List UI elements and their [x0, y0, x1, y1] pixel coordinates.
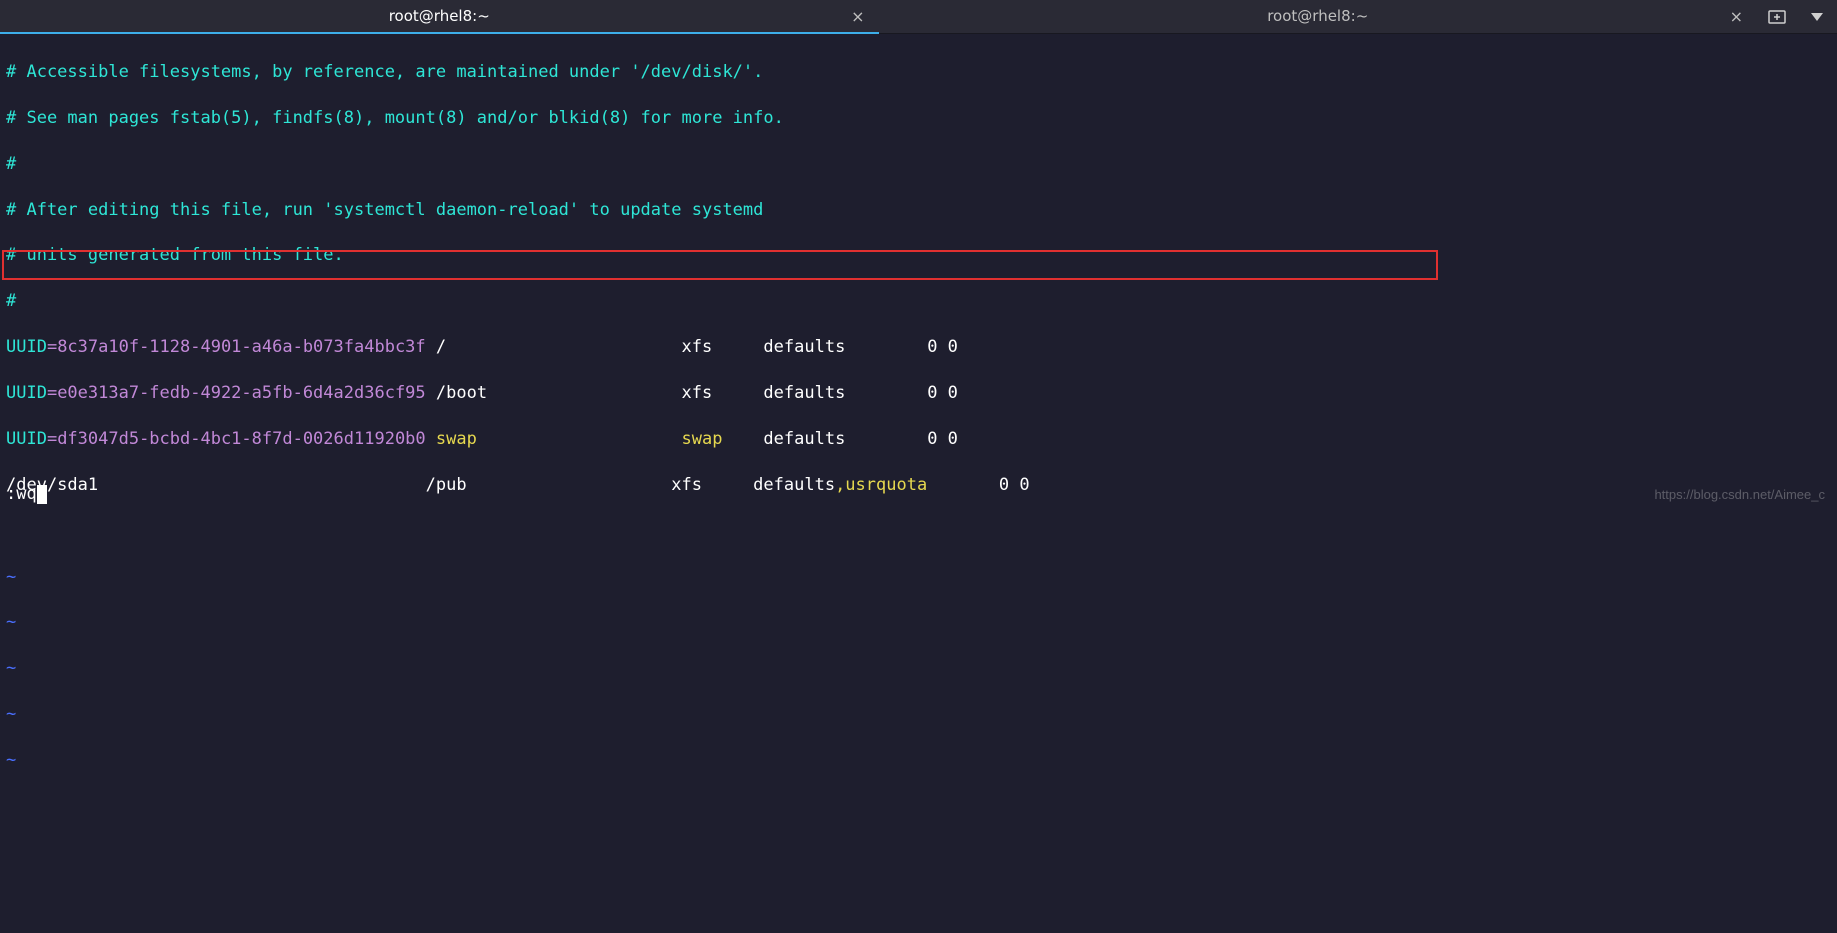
mount-point: swap — [426, 429, 682, 449]
tab-menu-button[interactable] — [1797, 0, 1837, 33]
vim-tilde: ~ — [6, 657, 1831, 680]
close-tab-icon[interactable]: × — [851, 9, 864, 25]
uuid-value: =8c37a10f-1128-4901-a46a-b073fa4bbc3f — [47, 337, 426, 357]
vim-tilde: ~ — [6, 611, 1831, 634]
fs-dump: 0 0 — [927, 383, 958, 403]
fs-opts-extra: ,usrquota — [835, 475, 927, 495]
tab-bar: root@rhel8:~ × root@rhel8:~ × — [0, 0, 1837, 34]
watermark-text: https://blog.csdn.net/Aimee_c — [1654, 486, 1825, 504]
fs-opts: defaults — [763, 337, 927, 357]
tab-terminal-1[interactable]: root@rhel8:~ × — [0, 0, 879, 33]
cursor-icon — [37, 485, 47, 504]
fs-type: swap — [682, 429, 764, 449]
uuid-key: UUID — [6, 337, 47, 357]
mount-point: /boot — [426, 383, 682, 403]
uuid-key: UUID — [6, 383, 47, 403]
fs-type: xfs — [682, 383, 764, 403]
mount-point: /pub — [426, 475, 672, 495]
device-path: /dev/sda1 — [6, 475, 426, 495]
fs-type: xfs — [682, 337, 764, 357]
vim-tilde: ~ — [6, 749, 1831, 772]
comment-line: # Accessible filesystems, by reference, … — [6, 61, 1831, 84]
fstab-row: UUID=df3047d5-bcbd-4bc1-8f7d-0026d11920b… — [6, 428, 1831, 451]
fstab-row: UUID=8c37a10f-1128-4901-a46a-b073fa4bbc3… — [6, 336, 1831, 359]
fs-type: xfs — [671, 475, 753, 495]
empty-line — [6, 520, 1831, 543]
vim-command-line[interactable]: :wq — [6, 483, 47, 506]
vim-tilde: ~ — [6, 703, 1831, 726]
fstab-row: UUID=e0e313a7-fedb-4922-a5fb-6d4a2d36cf9… — [6, 382, 1831, 405]
new-tab-button[interactable] — [1757, 0, 1797, 33]
vim-command-text: :wq — [6, 484, 37, 504]
fstab-row: /dev/sda1 /pub xfs defaults,usrquota 0 0 — [6, 474, 1831, 497]
tab-terminal-2[interactable]: root@rhel8:~ × — [879, 0, 1758, 33]
comment-line: # units generated from this file. — [6, 244, 1831, 267]
tab-title: root@rhel8:~ — [389, 6, 490, 26]
comment-line: # See man pages fstab(5), findfs(8), mou… — [6, 107, 1831, 130]
comment-line: # — [6, 153, 1831, 176]
uuid-value: =df3047d5-bcbd-4bc1-8f7d-0026d11920b0 — [47, 429, 426, 449]
fs-dump: 0 0 — [927, 337, 958, 357]
tab-title: root@rhel8:~ — [1267, 6, 1368, 26]
fs-dump: 0 0 — [927, 429, 958, 449]
comment-line: # After editing this file, run 'systemct… — [6, 199, 1831, 222]
comment-line: # — [6, 290, 1831, 313]
fs-opts: defaults — [763, 429, 927, 449]
uuid-value: =e0e313a7-fedb-4922-a5fb-6d4a2d36cf95 — [47, 383, 426, 403]
mount-point: / — [426, 337, 682, 357]
terminal-viewport[interactable]: # Accessible filesystems, by reference, … — [0, 34, 1837, 510]
fs-opts: defaults — [753, 475, 835, 495]
vim-tilde: ~ — [6, 566, 1831, 589]
close-tab-icon[interactable]: × — [1730, 9, 1743, 25]
uuid-key: UUID — [6, 429, 47, 449]
fs-dump: 0 0 — [999, 475, 1030, 495]
fs-opts: defaults — [763, 383, 927, 403]
